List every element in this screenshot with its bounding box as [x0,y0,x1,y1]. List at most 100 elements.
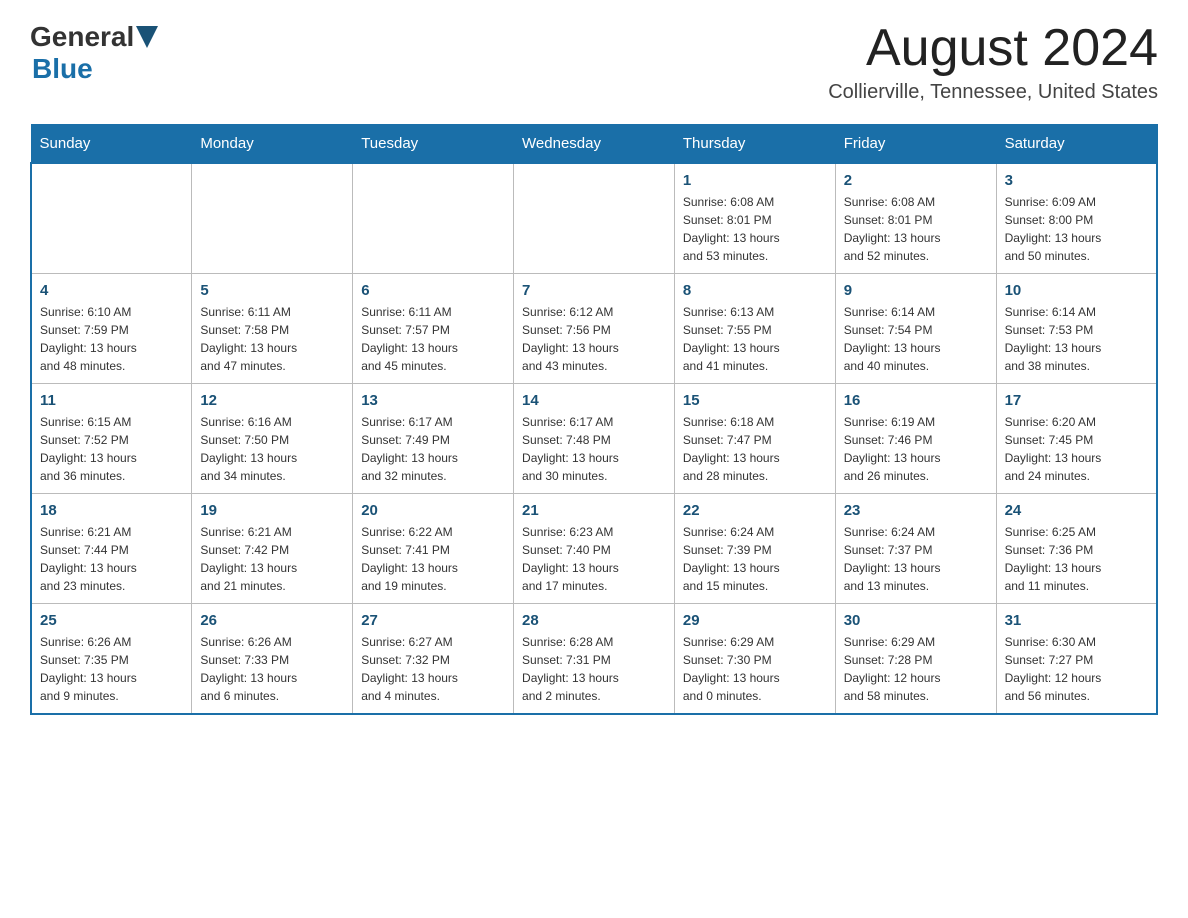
day-cell: 9Sunrise: 6:14 AM Sunset: 7:54 PM Daylig… [835,274,996,384]
day-info: Sunrise: 6:24 AM Sunset: 7:39 PM Dayligh… [683,523,827,595]
day-info: Sunrise: 6:21 AM Sunset: 7:42 PM Dayligh… [200,523,344,595]
day-number: 6 [361,282,505,299]
day-info: Sunrise: 6:29 AM Sunset: 7:30 PM Dayligh… [683,633,827,705]
day-cell: 19 Sunrise: 6:21 AM Sunset: 7:42 PM Dayli… [192,494,353,604]
week-row-2: 4 Sunrise: 6:10 AM Sunset: 7:59 PM Daylig… [31,274,1157,384]
day-info: Sunrise: 6:11 AM Sunset: 7:57 PM Dayligh… [361,303,505,375]
day-cell: 3Sunrise: 6:09 AM Sunset: 8:00 PM Daylig… [996,163,1157,274]
header-day-sunday: Sunday [31,125,192,164]
day-cell: 1 Sunrise: 6:08 AM Sunset: 8:01 PM Daylig… [674,163,835,274]
day-info: Sunrise: 6:13 AM Sunset: 7:55 PM Dayligh… [683,303,827,375]
title-area: August 2024 Collierville, Tennessee, Uni… [828,20,1158,104]
day-number: 9 [844,282,988,299]
header-day-monday: Monday [192,125,353,164]
month-title: August 2024 [828,20,1158,77]
day-info: Sunrise: 6:24 AM Sunset: 7:37 PM Dayligh… [844,523,988,595]
day-number: 5 [200,282,344,299]
day-info: Sunrise: 6:26 AM Sunset: 7:35 PM Dayligh… [40,633,183,705]
logo-blue-text: Blue [32,53,93,84]
day-number: 7 [522,282,666,299]
day-number: 26 [200,612,344,629]
day-number: 25 [40,612,183,629]
day-info: Sunrise: 6:21 AM Sunset: 7:44 PM Dayligh… [40,523,183,595]
day-info: Sunrise: 6:20 AM Sunset: 7:45 PM Dayligh… [1005,413,1148,485]
day-number: 1 [683,172,827,189]
header-day-friday: Friday [835,125,996,164]
day-cell: 12 Sunrise: 6:16 AM Sunset: 7:50 PM Dayli… [192,384,353,494]
day-number: 19 [200,502,344,519]
day-info: Sunrise: 6:11 AM Sunset: 7:58 PM Dayligh… [200,303,344,375]
day-info: Sunrise: 6:18 AM Sunset: 7:47 PM Dayligh… [683,413,827,485]
day-cell: 18Sunrise: 6:21 AM Sunset: 7:44 PM Dayli… [31,494,192,604]
day-info: Sunrise: 6:10 AM Sunset: 7:59 PM Dayligh… [40,303,183,375]
day-cell: 29 Sunrise: 6:29 AM Sunset: 7:30 PM Dayli… [674,604,835,715]
day-cell: 2 Sunrise: 6:08 AM Sunset: 8:01 PM Daylig… [835,163,996,274]
week-row-4: 18Sunrise: 6:21 AM Sunset: 7:44 PM Dayli… [31,494,1157,604]
day-cell: 4 Sunrise: 6:10 AM Sunset: 7:59 PM Daylig… [31,274,192,384]
page-header: General Blue August 2024 Collierville, T… [30,20,1158,104]
day-cell: 21Sunrise: 6:23 AM Sunset: 7:40 PM Dayli… [514,494,675,604]
day-info: Sunrise: 6:17 AM Sunset: 7:48 PM Dayligh… [522,413,666,485]
day-info: Sunrise: 6:08 AM Sunset: 8:01 PM Dayligh… [683,193,827,265]
day-cell: 14 Sunrise: 6:17 AM Sunset: 7:48 PM Dayli… [514,384,675,494]
day-number: 24 [1005,502,1148,519]
day-cell: 20 Sunrise: 6:22 AM Sunset: 7:41 PM Dayli… [353,494,514,604]
day-info: Sunrise: 6:12 AM Sunset: 7:56 PM Dayligh… [522,303,666,375]
day-info: Sunrise: 6:16 AM Sunset: 7:50 PM Dayligh… [200,413,344,485]
day-number: 2 [844,172,988,189]
day-cell: 13 Sunrise: 6:17 AM Sunset: 7:49 PM Dayli… [353,384,514,494]
day-info: Sunrise: 6:19 AM Sunset: 7:46 PM Dayligh… [844,413,988,485]
day-cell: 16 Sunrise: 6:19 AM Sunset: 7:46 PM Dayli… [835,384,996,494]
day-number: 13 [361,392,505,409]
day-number: 15 [683,392,827,409]
day-cell: 30Sunrise: 6:29 AM Sunset: 7:28 PM Dayli… [835,604,996,715]
day-info: Sunrise: 6:23 AM Sunset: 7:40 PM Dayligh… [522,523,666,595]
calendar-header: SundayMondayTuesdayWednesdayThursdayFrid… [31,125,1157,164]
day-number: 14 [522,392,666,409]
day-cell: 10 Sunrise: 6:14 AM Sunset: 7:53 PM Dayli… [996,274,1157,384]
calendar-table: SundayMondayTuesdayWednesdayThursdayFrid… [30,124,1158,715]
logo: General Blue [30,20,158,85]
day-info: Sunrise: 6:17 AM Sunset: 7:49 PM Dayligh… [361,413,505,485]
location-title: Collierville, Tennessee, United States [828,81,1158,104]
day-info: Sunrise: 6:28 AM Sunset: 7:31 PM Dayligh… [522,633,666,705]
day-info: Sunrise: 6:22 AM Sunset: 7:41 PM Dayligh… [361,523,505,595]
day-cell: 31Sunrise: 6:30 AM Sunset: 7:27 PM Dayli… [996,604,1157,715]
day-info: Sunrise: 6:27 AM Sunset: 7:32 PM Dayligh… [361,633,505,705]
day-cell [192,163,353,274]
day-cell: 8Sunrise: 6:13 AM Sunset: 7:55 PM Daylig… [674,274,835,384]
day-number: 10 [1005,282,1148,299]
logo-arrow-icon [136,26,158,53]
day-cell: 15 Sunrise: 6:18 AM Sunset: 7:47 PM Dayli… [674,384,835,494]
day-number: 28 [522,612,666,629]
day-info: Sunrise: 6:14 AM Sunset: 7:53 PM Dayligh… [1005,303,1148,375]
header-day-wednesday: Wednesday [514,125,675,164]
day-info: Sunrise: 6:09 AM Sunset: 8:00 PM Dayligh… [1005,193,1148,265]
day-info: Sunrise: 6:08 AM Sunset: 8:01 PM Dayligh… [844,193,988,265]
day-cell: 7 Sunrise: 6:12 AM Sunset: 7:56 PM Daylig… [514,274,675,384]
day-cell: 17Sunrise: 6:20 AM Sunset: 7:45 PM Dayli… [996,384,1157,494]
day-cell: 5 Sunrise: 6:11 AM Sunset: 7:58 PM Daylig… [192,274,353,384]
day-cell: 25 Sunrise: 6:26 AM Sunset: 7:35 PM Dayli… [31,604,192,715]
day-number: 23 [844,502,988,519]
day-number: 30 [844,612,988,629]
day-cell [514,163,675,274]
day-cell [31,163,192,274]
day-number: 29 [683,612,827,629]
day-info: Sunrise: 6:25 AM Sunset: 7:36 PM Dayligh… [1005,523,1148,595]
day-info: Sunrise: 6:26 AM Sunset: 7:33 PM Dayligh… [200,633,344,705]
day-number: 4 [40,282,183,299]
header-day-thursday: Thursday [674,125,835,164]
day-number: 11 [40,392,183,409]
day-number: 12 [200,392,344,409]
week-row-3: 11 Sunrise: 6:15 AM Sunset: 7:52 PM Dayli… [31,384,1157,494]
day-info: Sunrise: 6:15 AM Sunset: 7:52 PM Dayligh… [40,413,183,485]
day-cell: 22Sunrise: 6:24 AM Sunset: 7:39 PM Dayli… [674,494,835,604]
day-info: Sunrise: 6:30 AM Sunset: 7:27 PM Dayligh… [1005,633,1148,705]
calendar-body: 1 Sunrise: 6:08 AM Sunset: 8:01 PM Daylig… [31,163,1157,714]
day-cell: 23 Sunrise: 6:24 AM Sunset: 7:37 PM Dayli… [835,494,996,604]
header-row: SundayMondayTuesdayWednesdayThursdayFrid… [31,125,1157,164]
day-number: 27 [361,612,505,629]
day-number: 16 [844,392,988,409]
day-number: 20 [361,502,505,519]
